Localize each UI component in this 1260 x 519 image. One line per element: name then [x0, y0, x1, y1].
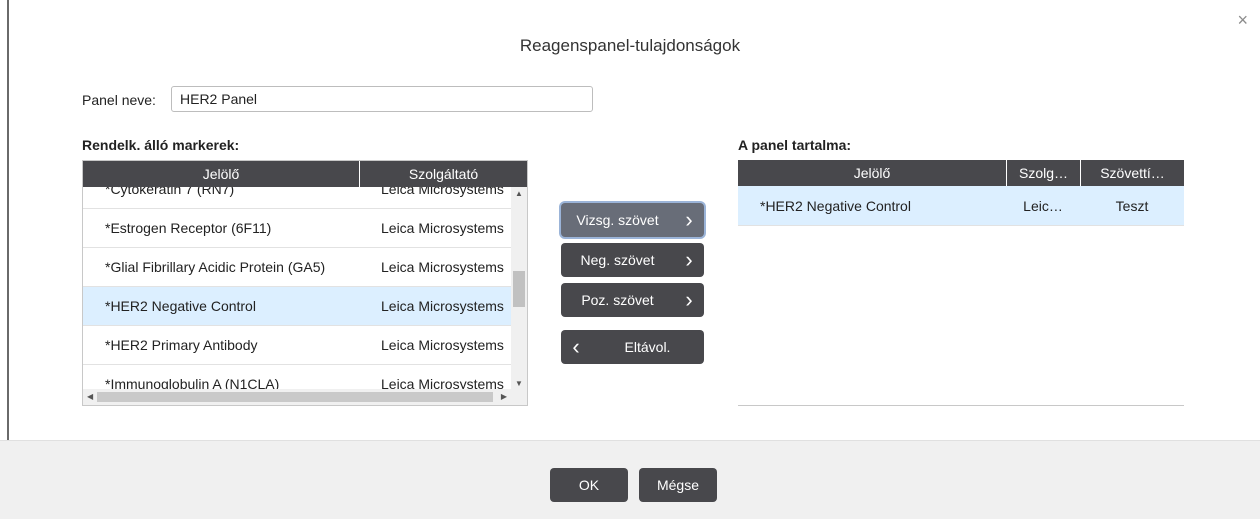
table-row[interactable]: *Immunoglobulin A (N1CLA) Leica Microsys… — [83, 365, 511, 390]
column-header-marker[interactable]: Jelölő — [83, 161, 359, 187]
supplier-cell: Leica Microsystems — [381, 220, 504, 236]
vertical-scrollbar[interactable]: ▲ ▼ — [511, 187, 527, 390]
panel-contents-table: Jelölő Szolg… Szövettí… *HER2 Negative C… — [738, 160, 1184, 406]
supplier-cell: Leica Microsystems — [381, 187, 504, 197]
ok-button[interactable]: OK — [550, 468, 628, 502]
marker-cell: *HER2 Negative Control — [105, 298, 256, 314]
panel-contents-label: A panel tartalma: — [738, 137, 852, 153]
dialog-title: Reagenspanel-tulajdonságok — [519, 36, 741, 55]
button-label: Eltávol. — [624, 339, 671, 355]
marker-cell: *HER2 Primary Antibody — [105, 337, 258, 353]
panel-name-input[interactable] — [171, 86, 593, 112]
available-markers-table: Jelölő Szolgáltató *Cytokeratin 7 (RN7) … — [82, 160, 528, 406]
chevron-left-icon: ‹ — [572, 334, 580, 359]
table-row[interactable]: *Glial Fibrillary Acidic Protein (GA5) L… — [83, 248, 511, 287]
window-edge — [7, 0, 9, 440]
panel-name-label: Panel neve: — [82, 92, 156, 108]
add-pos-tissue-button[interactable]: Poz. szövet › — [561, 283, 704, 317]
available-markers-label: Rendelk. álló markerek: — [82, 137, 240, 153]
close-icon[interactable]: × — [1237, 10, 1248, 30]
marker-cell: *Cytokeratin 7 (RN7) — [105, 187, 235, 197]
scroll-right-icon[interactable]: ▶ — [501, 389, 507, 405]
scrollbar-corner — [511, 389, 527, 405]
table-header: Jelölő Szolg… Szövettí… — [738, 160, 1184, 186]
tissue-type-cell: Teszt — [1115, 197, 1149, 214]
dialog-footer: OK Mégse — [0, 440, 1260, 519]
reagent-panel-dialog: × Reagenspanel-tulajdonságok Panel neve:… — [0, 0, 1260, 519]
marker-cell: *HER2 Negative Control — [760, 197, 911, 214]
horizontal-scroll-thumb[interactable] — [97, 392, 493, 402]
remove-button[interactable]: ‹ Eltávol. — [561, 330, 704, 364]
supplier-cell: Leica Microsystems — [381, 376, 504, 390]
scroll-left-icon[interactable]: ◀ — [87, 389, 93, 405]
table-header: Jelölő Szolgáltató — [83, 161, 527, 187]
column-header-supplier[interactable]: Szolgáltató — [359, 161, 527, 187]
table-row[interactable]: *HER2 Primary Antibody Leica Microsystem… — [83, 326, 511, 365]
chevron-right-icon: › — [685, 247, 693, 272]
marker-cell: *Immunoglobulin A (N1CLA) — [105, 376, 280, 390]
chevron-right-icon: › — [685, 287, 693, 312]
button-label: Neg. szövet — [580, 252, 655, 268]
column-header-tissue-type[interactable]: Szövettí… — [1080, 160, 1184, 186]
button-label: Poz. szövet — [581, 292, 654, 308]
add-test-tissue-button[interactable]: Vizsg. szövet › — [561, 203, 704, 237]
column-header-marker[interactable]: Jelölő — [738, 160, 1006, 186]
column-header-supplier[interactable]: Szolg… — [1006, 160, 1080, 186]
button-label: Vizsg. szövet — [576, 212, 659, 228]
supplier-cell: Leica Microsystems — [381, 298, 504, 314]
table-row[interactable]: *Estrogen Receptor (6F11) Leica Microsys… — [83, 209, 511, 248]
supplier-cell: Leica Microsystems — [381, 337, 504, 353]
chevron-right-icon: › — [685, 207, 693, 232]
marker-cell: *Glial Fibrillary Acidic Protein (GA5) — [105, 259, 326, 275]
supplier-cell: Leica Microsystems — [381, 259, 504, 275]
supplier-cell: Leic… — [1023, 197, 1063, 214]
scroll-up-icon[interactable]: ▲ — [511, 189, 527, 198]
table-row-selected[interactable]: *HER2 Negative Control Leica Microsystem… — [83, 287, 511, 326]
horizontal-scrollbar[interactable]: ◀ ▶ — [83, 389, 511, 405]
available-markers-list: *Cytokeratin 7 (RN7) Leica Microsystems … — [83, 187, 511, 390]
cancel-button[interactable]: Mégse — [639, 468, 717, 502]
table-row-selected[interactable]: *HER2 Negative Control Leic… Teszt — [738, 186, 1184, 226]
marker-cell: *Estrogen Receptor (6F11) — [105, 220, 272, 236]
scroll-down-icon[interactable]: ▼ — [511, 379, 527, 388]
add-neg-tissue-button[interactable]: Neg. szövet › — [561, 243, 704, 277]
table-row[interactable]: *Cytokeratin 7 (RN7) Leica Microsystems — [83, 187, 511, 209]
vertical-scroll-thumb[interactable] — [513, 271, 525, 307]
